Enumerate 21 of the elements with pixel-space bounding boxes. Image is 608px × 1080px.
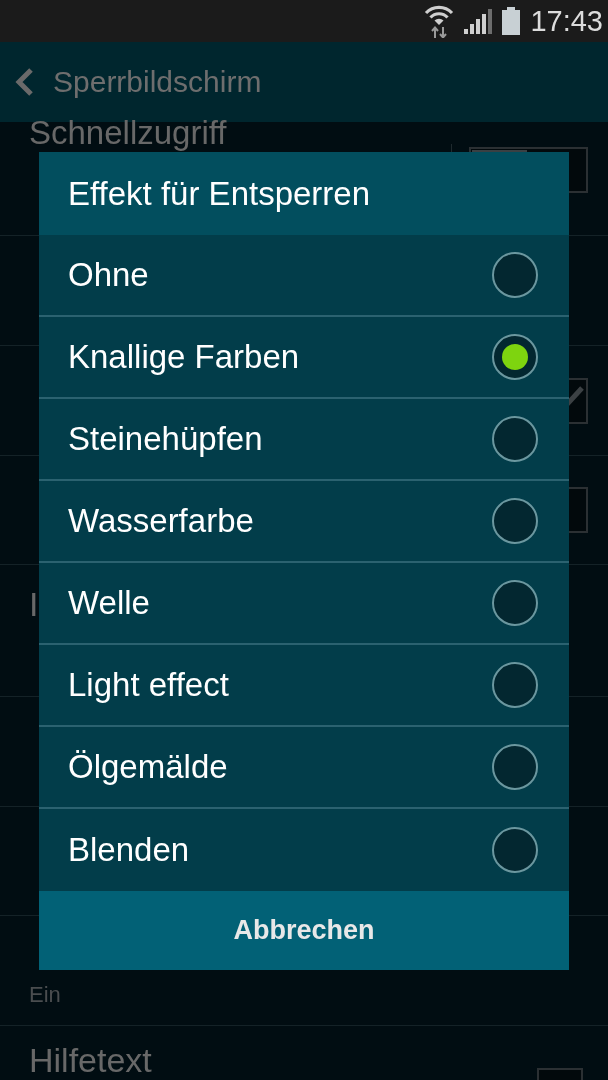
setting-title: I — [29, 585, 39, 623]
setting-subtitle: Ein — [29, 981, 61, 1009]
checkbox[interactable] — [537, 1068, 583, 1080]
radio-button[interactable] — [492, 498, 538, 544]
cancel-button[interactable]: Abbrechen — [39, 891, 569, 970]
radio-button[interactable] — [492, 334, 538, 380]
radio-button[interactable] — [492, 827, 538, 873]
radio-button[interactable] — [492, 580, 538, 626]
status-time: 17:43 — [530, 6, 603, 36]
back-icon[interactable] — [15, 68, 35, 96]
radio-button[interactable] — [492, 744, 538, 790]
signal-icon — [464, 8, 493, 34]
radio-button[interactable] — [492, 416, 538, 462]
setting-title: Hilfetext — [29, 1041, 152, 1079]
header-title: Sperrbildschirm — [53, 64, 262, 100]
radio-button[interactable] — [492, 252, 538, 298]
wifi-icon — [424, 4, 455, 38]
setting-title: Schnellzugriff — [29, 114, 227, 151]
battery-icon — [502, 7, 521, 35]
radio-button[interactable] — [492, 662, 538, 708]
dialog-title: Effekt für Entsperren — [39, 152, 569, 235]
